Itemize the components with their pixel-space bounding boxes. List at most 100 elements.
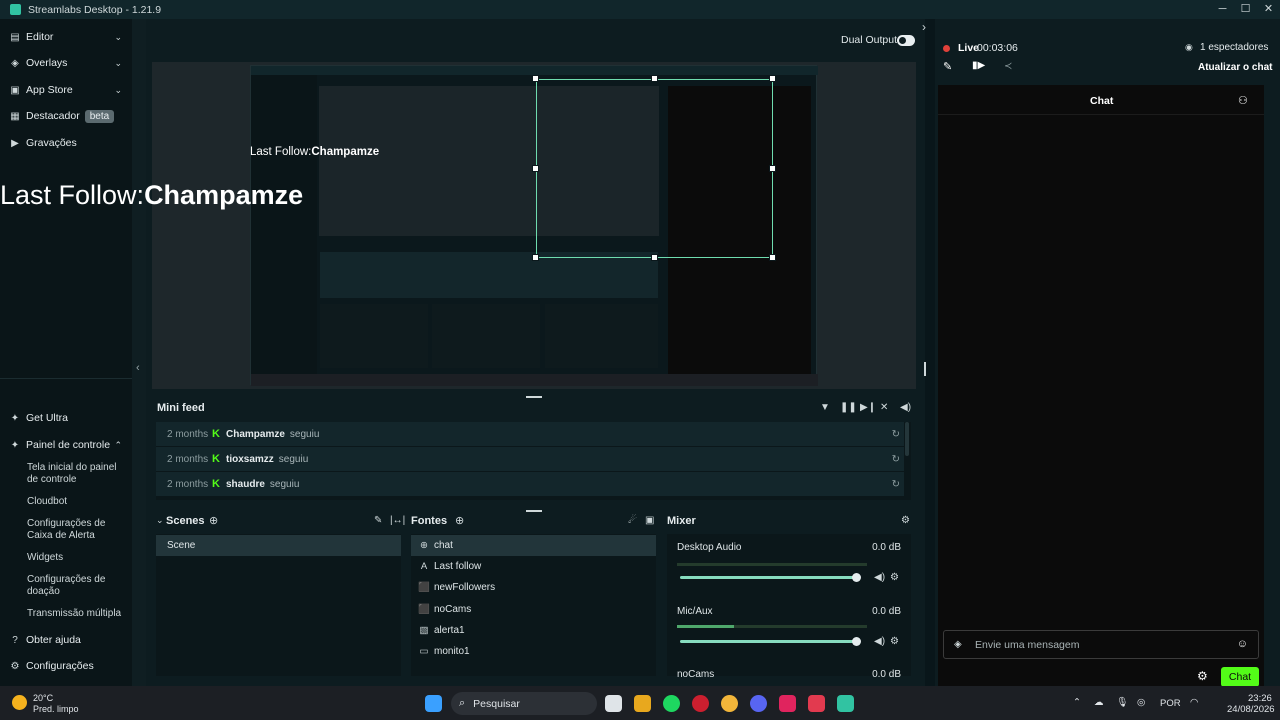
resize-handle[interactable] (651, 254, 658, 261)
resize-handle[interactable] (532, 165, 539, 172)
effects-icon[interactable]: ☄ (628, 515, 637, 526)
chevron-down-icon[interactable]: ⌄ (156, 515, 164, 526)
mute-alerts-icon[interactable]: ✕ (880, 402, 888, 413)
sidebar-item-highlighter[interactable]: ▦ Destacador beta (0, 106, 132, 126)
volume-knob[interactable] (852, 637, 861, 646)
source-item[interactable]: ⬛ noCams (411, 599, 656, 620)
task-view-icon[interactable] (605, 695, 622, 712)
tiktok-icon[interactable] (779, 695, 796, 712)
resize-handle[interactable] (769, 75, 776, 82)
sidebar-subitem-cloudbot[interactable]: Cloudbot (27, 496, 129, 508)
source-item[interactable]: ▧ alerta1 (411, 620, 656, 641)
maximize-button[interactable]: ☐ (1234, 0, 1257, 19)
sidebar-item-app-store[interactable]: ▣ App Store ⌄ (0, 80, 132, 100)
sidebar-subitem-dashboard-home[interactable]: Tela inicial do painel de controle (27, 462, 129, 485)
resize-handle[interactable] (769, 254, 776, 261)
refresh-chat-button[interactable]: Atualizar o chat (1198, 62, 1272, 73)
pause-icon[interactable]: ❚❚ (840, 402, 857, 413)
sidebar-item-overlays[interactable]: ◈ Overlays ⌄ (0, 53, 132, 73)
speaker-icon[interactable]: ◀) (874, 572, 885, 583)
drag-handle[interactable] (526, 396, 542, 398)
add-source-icon[interactable]: ⊕ (455, 514, 464, 527)
volume-slider[interactable] (680, 573, 861, 582)
replay-icon[interactable]: ↻ (892, 429, 900, 440)
mic-icon[interactable]: 🎙︎ (1116, 697, 1128, 708)
channel-name: noCams (677, 669, 715, 677)
network-icon[interactable]: ◎ (1137, 697, 1145, 708)
drag-handle[interactable] (526, 510, 542, 512)
sidebar-item-editor[interactable]: ▤ Editor ⌄ (0, 27, 132, 47)
volume-icon[interactable]: ◀) (900, 402, 911, 413)
sidebar-item-settings[interactable]: ⚙ Configurações (0, 656, 132, 676)
resize-handle[interactable] (532, 254, 539, 261)
emoji-icon[interactable]: ☺ (1237, 638, 1248, 650)
speaker-icon[interactable]: ◀) (874, 636, 885, 647)
chevron-up-icon[interactable]: ⌃ (1073, 697, 1081, 708)
sidebar-subitem-multistream[interactable]: Transmissão múltipla (27, 608, 129, 620)
close-button[interactable]: ✕ (1257, 0, 1280, 19)
resize-handle[interactable] (651, 75, 658, 82)
sidebar-item-dashboard[interactable]: ✦ Painel de controle ⌃ (0, 435, 132, 455)
nested-taskbar (251, 374, 818, 386)
gear-icon[interactable]: ⚙ (890, 572, 899, 583)
skip-icon[interactable]: ▶❙ (860, 402, 876, 413)
replay-icon[interactable]: ↻ (892, 479, 900, 490)
app-icon[interactable] (634, 695, 651, 712)
clock-time[interactable]: 23:26 (1248, 693, 1272, 704)
sidebar-subitem-alertbox[interactable]: Configurações de Caixa de Alerta (27, 518, 129, 541)
sidebar-item-get-ultra[interactable]: ✦ Get Ultra (0, 408, 132, 428)
cloud-icon[interactable]: ☁ (1094, 697, 1104, 708)
add-scene-icon[interactable]: ⊕ (209, 514, 218, 527)
gear-icon[interactable]: ⚙ (890, 636, 899, 647)
folder-icon[interactable]: ▣ (645, 515, 654, 526)
minimize-button[interactable]: ─ (1211, 0, 1234, 19)
weather-icon[interactable] (12, 695, 27, 710)
replay-icon[interactable]: ↻ (892, 454, 900, 465)
resize-handle[interactable] (532, 75, 539, 82)
chevron-left-icon[interactable]: ‹ (136, 362, 140, 374)
share-icon[interactable]: ≺ (1004, 61, 1012, 72)
spotify-icon[interactable] (663, 695, 680, 712)
source-selection-box[interactable] (536, 79, 773, 258)
volume-slider[interactable] (680, 637, 861, 646)
scene-item[interactable]: Scene (156, 535, 401, 556)
gear-icon[interactable]: ⚙ (1197, 669, 1208, 683)
source-item[interactable]: A Last follow (411, 556, 656, 577)
source-item[interactable]: ⬛ newFollowers (411, 577, 656, 598)
gear-icon[interactable]: ⚙ (901, 515, 910, 526)
sidebar-divider (0, 378, 132, 379)
weather-temp: 20°C (33, 693, 54, 703)
chrome-icon[interactable] (721, 695, 738, 712)
volume-knob[interactable] (852, 573, 861, 582)
clock-date[interactable]: 24/08/2026 (1227, 704, 1275, 715)
chevron-right-icon[interactable]: › (922, 20, 926, 34)
streamlabs-taskbar-icon[interactable] (837, 695, 854, 712)
sidebar-item-label: Gravações (26, 137, 77, 149)
source-item-selected[interactable]: ⊕ chat (411, 535, 656, 556)
transition-icon[interactable]: ✎ (374, 515, 382, 526)
discord-icon[interactable] (750, 695, 767, 712)
taskbar-search[interactable]: ⌕ Pesquisar (451, 692, 597, 715)
collapse-panel-icon[interactable]: |↔| (390, 515, 405, 526)
edit-icon[interactable]: ✎ (943, 60, 952, 73)
clip-icon[interactable]: ▮▶ (972, 60, 985, 71)
resize-bar[interactable] (924, 362, 926, 376)
dual-output-toggle[interactable] (897, 35, 915, 46)
app-icon[interactable] (808, 695, 825, 712)
language-indicator[interactable]: POR (1160, 698, 1181, 709)
windows-start-icon[interactable] (425, 695, 442, 712)
last-follow-source-text[interactable]: Last Follow:Champamze (0, 180, 303, 211)
sidebar-item-help[interactable]: ? Obter ajuda (0, 630, 132, 650)
users-icon[interactable]: ⚇ (1238, 94, 1248, 107)
send-chat-button[interactable]: Chat (1221, 667, 1259, 687)
feed-scrollbar[interactable] (905, 422, 909, 456)
sidebar-subitem-donation[interactable]: Configurações de doação (27, 574, 129, 597)
filter-icon[interactable]: ▼ (820, 402, 830, 413)
sidebar-subitem-widgets[interactable]: Widgets (27, 552, 129, 564)
source-item[interactable]: ▭ monito1 (411, 641, 656, 662)
wifi-icon[interactable]: ◠ (1190, 697, 1198, 708)
sidebar-item-recordings[interactable]: ▶ Gravações (0, 133, 132, 153)
chat-message-input[interactable]: ◈ Envie uma mensagem ☺ (943, 630, 1259, 659)
opera-icon[interactable] (692, 695, 709, 712)
resize-handle[interactable] (769, 165, 776, 172)
